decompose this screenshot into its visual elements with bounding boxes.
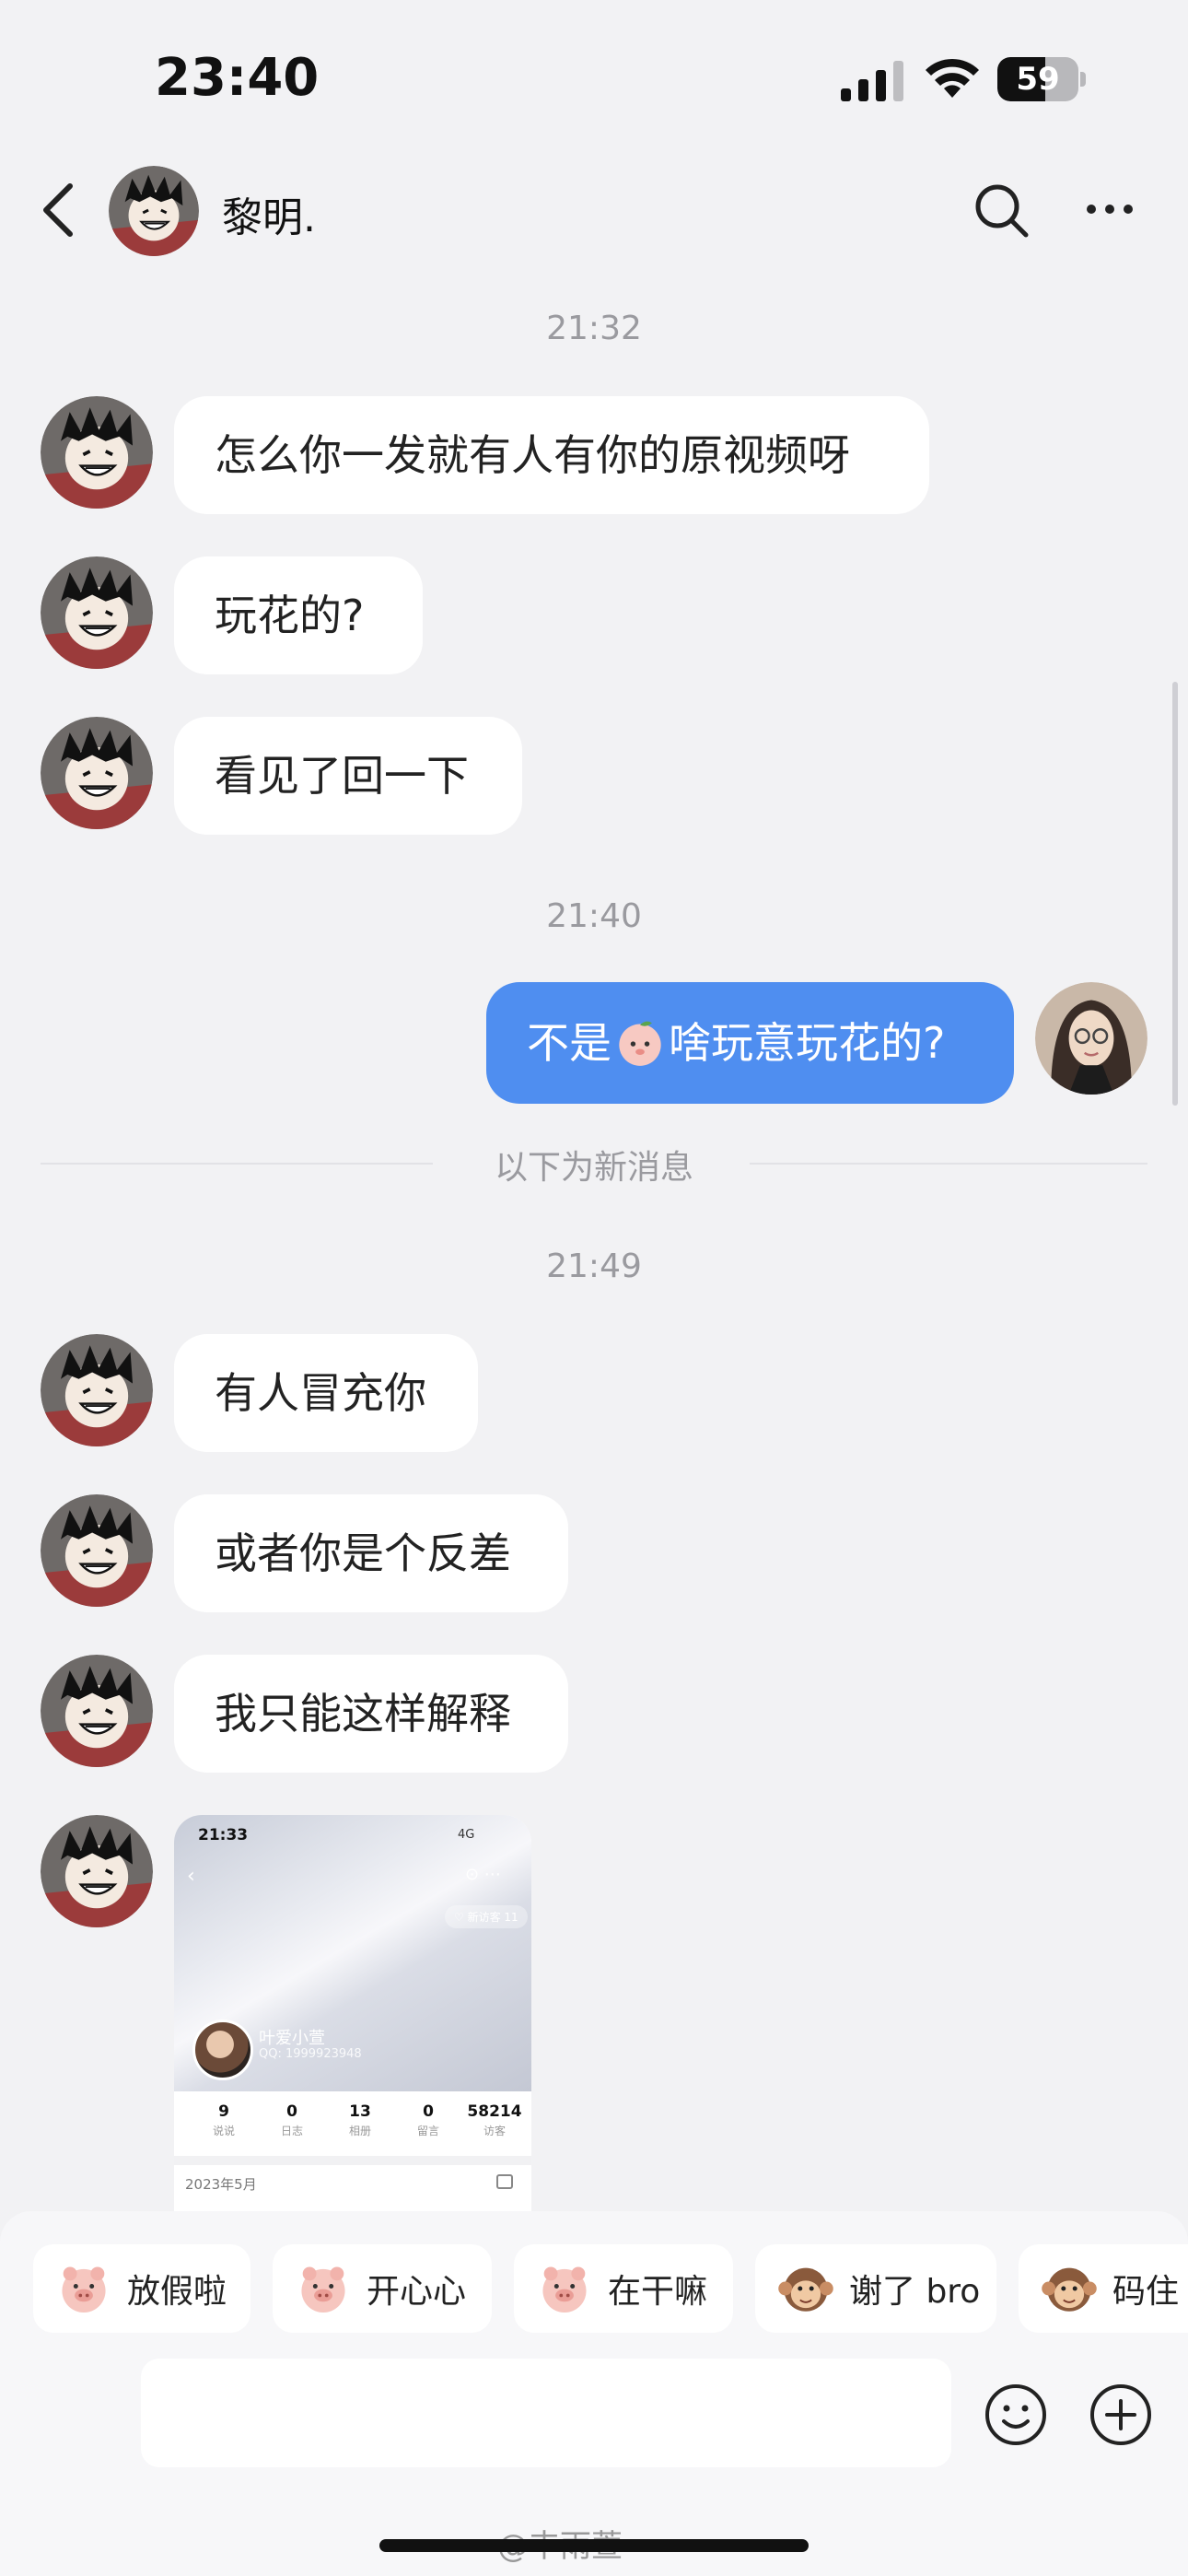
contact-avatar[interactable] (41, 1815, 153, 1927)
message-text: 啥玩意玩花的? (669, 1018, 946, 1068)
contact-avatar[interactable] (109, 166, 199, 256)
screenshot-status: 4G (458, 1828, 475, 1842)
screenshot-stat: 58214 访客 (467, 2102, 522, 2137)
screenshot-more-icon: ⊙ ⋯ (465, 1865, 501, 1884)
contact-avatar[interactable] (41, 396, 153, 509)
message-bubble[interactable]: 有人冒充你 (174, 1334, 478, 1452)
image-message[interactable]: 21:33 4G ‹ ⊙ ⋯ ♡ 新访客 11 叶爱小萱 QQ: 1999923… (174, 1815, 531, 2211)
screenshot-stat: 0 日志 (280, 2102, 303, 2137)
status-time: 23:40 (155, 48, 320, 108)
screenshot-stats: 9 说说 0 日志 13 相册 0 留言 58214 访客 (174, 2091, 531, 2156)
new-messages-divider: 以下为新消息 (494, 1149, 693, 1187)
sticker-suggestion[interactable]: 码住 (1019, 2244, 1188, 2333)
my-avatar[interactable] (1035, 982, 1147, 1095)
screenshot-visitor-badge: ♡ 新访客 11 (445, 1905, 528, 1928)
contact-name[interactable]: 黎明. (222, 184, 316, 243)
message-bubble[interactable]: 怎么你一发就有人有你的原视频呀 (174, 396, 929, 514)
screenshot-profile-qq: QQ: 1999923948 (259, 2047, 362, 2061)
pig-sticker-icon (536, 2260, 593, 2317)
pig-sticker-icon (55, 2260, 112, 2317)
battery-icon: 59 (997, 57, 1086, 101)
signal-icon (841, 61, 903, 101)
peach-face-emoji (619, 1021, 661, 1066)
chevron-left-icon[interactable] (37, 181, 83, 240)
screenshot-date: 2023年5月 (185, 2176, 257, 2193)
screenshot-stat: 13 相册 (348, 2102, 371, 2137)
message-input[interactable] (141, 2359, 951, 2467)
screenshot-profile-name: 叶爱小萱 (259, 2029, 325, 2048)
search-icon[interactable] (973, 181, 1030, 239)
timestamp: 21:32 (546, 310, 642, 347)
screenshot-stat: 0 留言 (416, 2102, 439, 2137)
message-bubble[interactable]: 看见了回一下 (174, 717, 522, 835)
message-bubble[interactable]: 或者你是个反差 (174, 1494, 568, 1612)
timestamp: 21:49 (546, 1247, 642, 1285)
plus-circle-icon[interactable] (1089, 2383, 1153, 2447)
screenshot-calendar-icon (496, 2174, 513, 2189)
contact-avatar[interactable] (41, 1334, 153, 1446)
battery-level: 59 (1016, 61, 1060, 98)
contact-avatar[interactable] (41, 1494, 153, 1607)
screenshot-time: 21:33 (198, 1826, 249, 1844)
more-icon[interactable] (1085, 197, 1135, 221)
message-text: 不是 (527, 1018, 611, 1068)
screenshot-back-icon: ‹ (187, 1865, 195, 1888)
sticker-suggestion[interactable]: 开心心 (273, 2244, 492, 2333)
home-indicator[interactable] (379, 2539, 809, 2552)
sticker-suggestion[interactable]: 在干嘛 (514, 2244, 733, 2333)
sticker-suggestion[interactable]: 谢了 bro (755, 2244, 996, 2333)
contact-avatar[interactable] (41, 556, 153, 669)
contact-avatar[interactable] (41, 1655, 153, 1767)
scrollbar[interactable] (1172, 682, 1178, 1106)
timestamp: 21:40 (546, 897, 642, 935)
message-bubble[interactable]: 我只能这样解释 (174, 1655, 568, 1773)
monkey-sticker-icon (777, 2260, 834, 2317)
pig-sticker-icon (295, 2260, 352, 2317)
contact-avatar[interactable] (41, 717, 153, 829)
smiley-icon[interactable] (984, 2383, 1048, 2447)
wifi-icon (926, 58, 979, 98)
my-message-bubble[interactable]: 不是 啥玩意玩花的? (486, 982, 1014, 1104)
message-bubble[interactable]: 玩花的? (174, 556, 423, 674)
screenshot-avatar (192, 2020, 253, 2080)
screenshot-stat: 9 说说 (212, 2102, 235, 2137)
monkey-sticker-icon (1041, 2260, 1098, 2317)
sticker-suggestion[interactable]: 放假啦 (33, 2244, 250, 2333)
